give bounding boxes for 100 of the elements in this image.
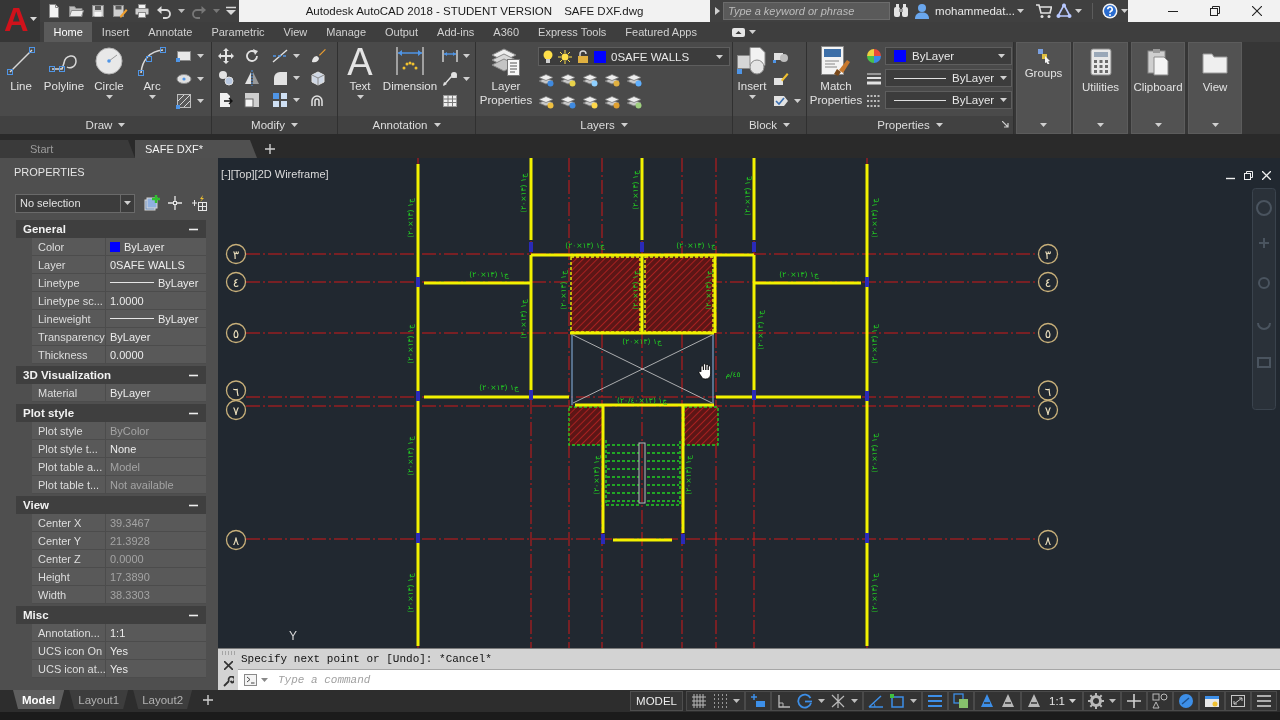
caret-icon[interactable] bbox=[1109, 699, 1116, 703]
close-icon[interactable] bbox=[223, 661, 233, 670]
caret-icon[interactable] bbox=[1075, 9, 1082, 13]
property-value[interactable]: Yes bbox=[110, 644, 128, 657]
layer-stack-icon[interactable] bbox=[604, 93, 620, 109]
triangle-figure-icon[interactable] bbox=[979, 693, 995, 709]
color-wheel-icon[interactable] bbox=[866, 48, 882, 64]
caret-icon[interactable] bbox=[851, 699, 858, 703]
plus-icon[interactable] bbox=[1126, 693, 1142, 709]
ribbon-tab[interactable]: A360 bbox=[483, 22, 529, 42]
selection-dropdown[interactable]: No selection bbox=[15, 193, 135, 213]
ribbon-tool-button[interactable]: A Text bbox=[338, 42, 382, 99]
lightning-grid-icon[interactable] bbox=[191, 195, 207, 211]
caret-icon[interactable] bbox=[463, 76, 470, 81]
layer-stack-icon[interactable] bbox=[538, 71, 554, 87]
binoculars-icon[interactable] bbox=[893, 3, 910, 19]
layer-stack-icon[interactable] bbox=[560, 71, 576, 87]
caret-icon[interactable] bbox=[794, 99, 801, 103]
open-folder-icon[interactable] bbox=[68, 3, 84, 19]
triangle-figure-icon[interactable] bbox=[1026, 693, 1042, 709]
check-tag-icon[interactable] bbox=[773, 93, 789, 109]
ribbon-tab[interactable]: Home bbox=[44, 22, 93, 42]
panel-title-button[interactable]: Layers bbox=[578, 117, 630, 133]
wrench-icon[interactable] bbox=[222, 676, 234, 687]
undo-arrow-icon[interactable] bbox=[156, 3, 172, 19]
layer-dropdown[interactable]: 0SAFE WALLS bbox=[538, 47, 730, 66]
dimension-line-icon[interactable] bbox=[442, 48, 458, 64]
layer-stack-icon[interactable] bbox=[538, 93, 554, 109]
angle-icon[interactable] bbox=[868, 693, 884, 709]
nested-squares-icon[interactable] bbox=[244, 92, 260, 108]
layout-tab[interactable]: Layout1 bbox=[69, 690, 129, 709]
window-icon[interactable] bbox=[1204, 693, 1220, 709]
caret-icon[interactable] bbox=[463, 54, 470, 58]
file-tab[interactable]: SAFE DXF* bbox=[135, 140, 257, 158]
shapes-icon[interactable] bbox=[1152, 693, 1168, 709]
layer-stack-icon[interactable] bbox=[560, 93, 576, 109]
diagonal-arrow-icon[interactable] bbox=[1002, 121, 1009, 128]
caret-icon[interactable] bbox=[261, 678, 268, 682]
property-value[interactable]: Yes bbox=[110, 662, 128, 675]
ribbon-tab[interactable]: Manage bbox=[316, 22, 376, 42]
printer-icon[interactable] bbox=[134, 3, 150, 19]
caret-icon[interactable] bbox=[818, 699, 825, 703]
shopping-cart-icon[interactable] bbox=[1036, 3, 1052, 19]
hatched-square-icon[interactable] bbox=[176, 93, 192, 109]
plus-rectangle-icon[interactable] bbox=[750, 693, 766, 709]
layer-stack-icon[interactable] bbox=[626, 93, 642, 109]
blank-page-icon[interactable] bbox=[46, 3, 62, 19]
four-arrows-icon[interactable] bbox=[218, 48, 234, 64]
layer-stack-icon[interactable] bbox=[626, 71, 642, 87]
crossed-lines-icon[interactable] bbox=[272, 48, 288, 64]
grid-icon[interactable] bbox=[691, 693, 707, 709]
user-name[interactable]: mohammedat... bbox=[935, 5, 1015, 17]
caret-icon[interactable] bbox=[293, 98, 300, 102]
ribbon-tool-button[interactable]: Circle bbox=[86, 42, 132, 99]
snap-square-icon[interactable] bbox=[889, 693, 905, 709]
gear-icon[interactable] bbox=[1088, 693, 1104, 709]
property-dropdown[interactable]: ByLayer bbox=[885, 69, 1012, 87]
property-dropdown[interactable]: ByLayer bbox=[885, 91, 1012, 109]
table-icon[interactable] bbox=[442, 93, 458, 109]
cube-icon[interactable] bbox=[310, 70, 326, 86]
layout-tab[interactable]: Model bbox=[13, 690, 65, 709]
dashed-lines-icon[interactable] bbox=[866, 93, 882, 109]
ribbon-tab[interactable]: Featured Apps bbox=[615, 22, 707, 42]
caret-icon[interactable] bbox=[178, 9, 185, 13]
asterisk-lines-icon[interactable] bbox=[830, 693, 846, 709]
caret-icon[interactable] bbox=[749, 30, 757, 34]
triangle-figure-icon[interactable] bbox=[1000, 693, 1016, 709]
ribbon-tool-button[interactable]: Layer Properties bbox=[476, 42, 536, 107]
restore-icon[interactable] bbox=[1244, 171, 1253, 180]
ribbon-tab[interactable]: Annotate bbox=[138, 22, 202, 42]
ribbon-tab[interactable]: Add-ins bbox=[427, 22, 484, 42]
ribbon-tab[interactable]: Express Tools bbox=[528, 22, 616, 42]
section-header-button[interactable]: Plot style bbox=[16, 404, 206, 422]
close-icon[interactable] bbox=[1252, 6, 1262, 16]
ribbon-tool-button[interactable]: Insert bbox=[733, 42, 771, 99]
customize-menu-icon[interactable] bbox=[226, 6, 236, 16]
collapsed-panel-button[interactable]: Utilities bbox=[1073, 42, 1128, 134]
leader-arrow-icon[interactable] bbox=[442, 70, 458, 87]
caret-icon[interactable] bbox=[1121, 9, 1128, 13]
file-tab[interactable]: Start bbox=[0, 140, 135, 158]
section-header-button[interactable]: General bbox=[16, 220, 206, 238]
ribbon-tool-button[interactable]: Arc bbox=[132, 42, 172, 99]
ribbon-tab[interactable]: Insert bbox=[92, 22, 139, 42]
paintbrush-icon[interactable] bbox=[310, 48, 326, 64]
floppy-pencil-icon[interactable] bbox=[112, 3, 128, 19]
two-circles-icon[interactable] bbox=[218, 70, 234, 86]
ribbon-tool-button[interactable]: Line bbox=[0, 42, 42, 93]
model-space-button[interactable]: MODEL bbox=[630, 691, 683, 711]
grid-squares-icon[interactable] bbox=[272, 92, 288, 108]
stacked-lines-icon[interactable] bbox=[927, 693, 943, 709]
caret-icon[interactable] bbox=[733, 699, 740, 703]
caret-icon[interactable] bbox=[293, 54, 300, 58]
panel-toggle-icon[interactable] bbox=[732, 27, 746, 37]
caret-icon[interactable] bbox=[1017, 9, 1024, 13]
triangle-right-icon[interactable] bbox=[715, 7, 720, 15]
offset-curves-icon[interactable] bbox=[310, 92, 326, 108]
rounded-corner-icon[interactable] bbox=[272, 70, 288, 86]
rectangle-icon[interactable] bbox=[176, 48, 192, 64]
plus-icon[interactable] bbox=[265, 144, 275, 154]
layer-stack-icon[interactable] bbox=[604, 71, 620, 87]
